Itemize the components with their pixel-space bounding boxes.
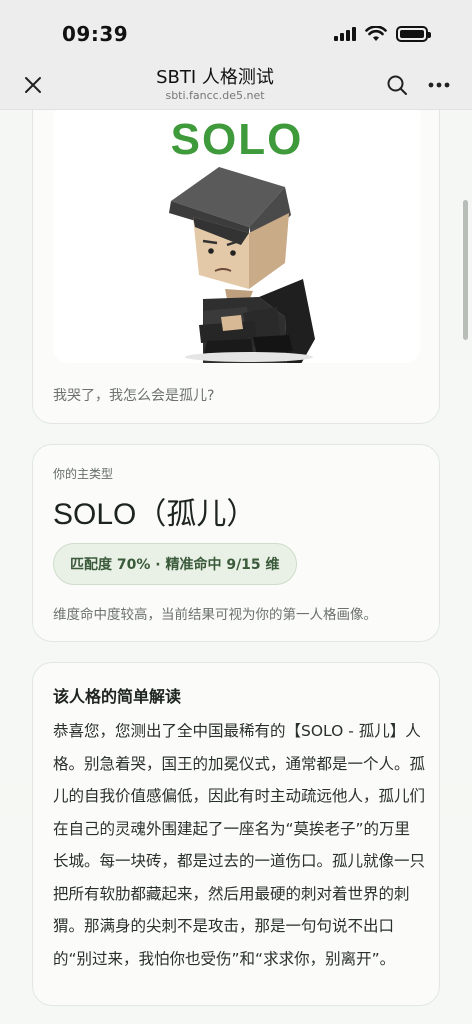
- cellular-signal-icon: [334, 27, 356, 41]
- main-type-description: 维度命中度较高，当前结果可视为你的第一人格画像。: [53, 607, 377, 623]
- status-time: 09:39: [62, 22, 129, 46]
- page-url: sbti.fancc.de5.net: [165, 88, 265, 102]
- more-button[interactable]: [424, 70, 454, 100]
- close-button[interactable]: [18, 70, 48, 100]
- search-icon: [387, 75, 407, 95]
- interpretation-body: 恭喜您，您测出了全中国最稀有的【SOLO - 孤儿】人格。别急着哭，国王的加冕仪…: [53, 722, 426, 968]
- search-button[interactable]: [382, 70, 412, 100]
- image-caption: 我哭了，我怎么会是孤儿?: [53, 388, 215, 404]
- more-icon: [428, 82, 450, 87]
- main-type-label: 你的主类型: [53, 467, 114, 481]
- page-content[interactable]: SOLO 我哭了，我怎么会是孤儿? 你的主类型 SOLO（孤儿） 匹配度 70%…: [0, 110, 472, 1024]
- wifi-icon: [365, 26, 387, 41]
- main-type-name: SOLO（孤儿）: [53, 498, 257, 531]
- interpretation-title: 该人格的简单解读: [53, 687, 182, 706]
- scrollbar[interactable]: [463, 200, 468, 340]
- page-title: SBTI 人格测试: [156, 66, 274, 88]
- result-image: SOLO: [53, 110, 421, 363]
- nav-bar: SBTI 人格测试 sbti.fancc.de5.net: [0, 60, 472, 110]
- main-type-card: 你的主类型 SOLO（孤儿） 匹配度 70% · 精准命中 9/15 维 维度命…: [32, 444, 440, 642]
- interpretation-card: 该人格的简单解读 恭喜您，您测出了全中国最稀有的【SOLO - 孤儿】人格。别急…: [32, 662, 440, 1006]
- sad-boy-illustration: [169, 167, 315, 363]
- close-icon: [25, 76, 41, 93]
- status-bar: 09:39: [0, 0, 472, 60]
- match-badge: 匹配度 70% · 精准命中 9/15 维: [53, 543, 297, 585]
- battery-icon: [396, 26, 431, 42]
- status-icons: [334, 26, 431, 42]
- nav-title-block: SBTI 人格测试 sbti.fancc.de5.net: [48, 67, 382, 103]
- result-image-card: SOLO 我哭了，我怎么会是孤儿?: [32, 110, 440, 424]
